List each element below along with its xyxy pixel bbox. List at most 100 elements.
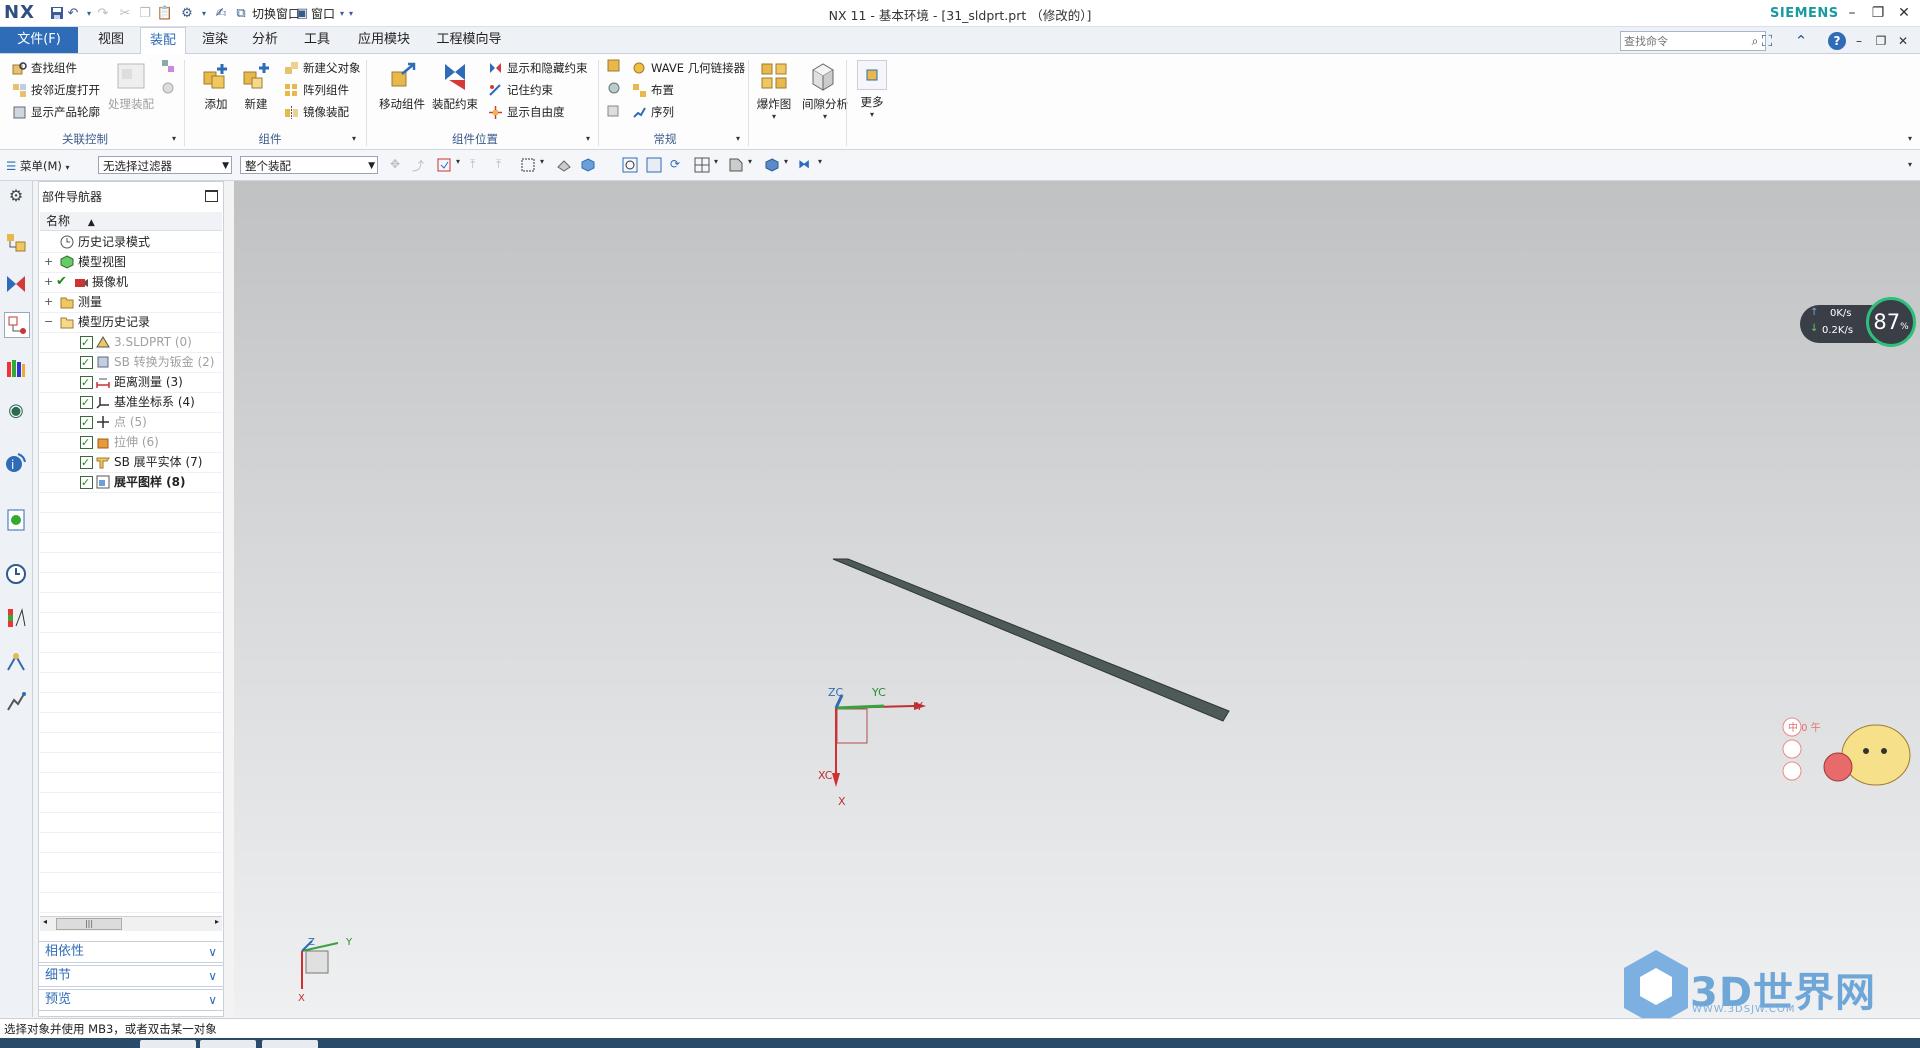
palette-icon[interactable] [4,606,28,630]
tree-item-history-mode[interactable]: 历史记录模式 [40,232,222,253]
close-button[interactable]: ✕ [1892,3,1916,23]
assembly-navigator-icon[interactable] [4,230,28,254]
visibility-checkbox[interactable] [80,373,93,393]
shaded-icon[interactable] [764,157,780,173]
paste-icon[interactable]: 📋 [156,4,174,22]
network-speed-widget[interactable]: ↑ 0K/s ↓ 0.2K/s 87% [1800,297,1920,349]
toolbar-options-dropdown-icon[interactable]: ▾ [1908,160,1912,169]
group-position-dropdown-icon[interactable]: ▾ [586,134,590,143]
visibility-checkbox[interactable] [80,353,93,373]
show-hide-constraint-button[interactable]: 显示和隐藏约束 [488,58,588,78]
tab-view[interactable]: 视图 [92,27,130,53]
array-component-button[interactable]: 阵列组件 [284,80,349,100]
wave-geometry-linker-button[interactable]: WAVE 几何链接器 [632,58,745,78]
touch-mode-icon[interactable]: ✍ [212,4,230,22]
remember-constraint-button[interactable]: 记住约束 [488,80,553,100]
taskbar-app[interactable] [200,1040,256,1048]
layout-button[interactable]: 布置 [632,80,674,100]
copy-icon[interactable]: ❐ [136,4,154,22]
assembly-link-icon[interactable] [160,58,176,74]
more-button[interactable]: 更多 ▾ [852,60,892,119]
web-browser-icon[interactable]: ◉ [4,400,28,424]
rectangle-select-icon[interactable] [520,157,536,173]
collapse-icon[interactable]: − [44,312,54,332]
tree-item-feature[interactable]: SB 展平实体 (7) [40,452,222,473]
selection-scope-select[interactable]: 整个装配 ▼ [240,156,378,174]
mirror-assembly-button[interactable]: 镜像装配 [284,102,349,122]
main-menu-button[interactable]: ☰ 菜单(M) ▾ [6,157,86,175]
tree-item-feature[interactable]: SB 转换为钣金 (2) [40,352,222,373]
show-product-outline-button[interactable]: 显示产品轮廓 [12,102,100,122]
doc-close-button[interactable]: ✕ [1892,30,1914,52]
visibility-checkbox[interactable] [80,333,93,353]
tab-assembly[interactable]: 装配 [140,27,186,55]
scroll-right-icon[interactable]: ▸ [215,917,219,926]
expand-icon[interactable]: + [44,292,54,312]
snap-point-icon[interactable]: ✥ [390,157,406,173]
collapse-ribbon-icon[interactable]: ⌃ [1790,30,1812,52]
wave-manager-icon[interactable] [606,58,622,74]
exploded-view-button[interactable]: 爆炸图 ▾ [752,60,796,121]
restore-button[interactable]: ❐ [1866,3,1890,23]
visibility-checkbox[interactable] [80,453,93,473]
settings-icon[interactable]: ⚙ [4,186,28,210]
maximize-navigator-icon[interactable] [205,190,218,202]
assembly-constraint-button[interactable]: 装配约束 [430,60,480,112]
scrollbar-thumb[interactable]: ||| [56,918,122,930]
help-icon[interactable]: ? [1828,32,1846,50]
tree-item-feature[interactable]: 3.SLDPRT (0) [40,332,222,353]
taskbar-app[interactable] [140,1040,196,1048]
expand-icon[interactable]: + [44,252,54,272]
window-menu-button[interactable]: 窗口 [311,5,335,22]
command-search-box[interactable]: ⌕ [1620,31,1766,51]
selection-filter-select[interactable]: 无选择过滤器 ▼ [98,156,232,174]
group-assoc-dropdown-icon[interactable]: ▾ [172,134,176,143]
switch-window-icon[interactable]: ⧉ [232,4,250,22]
redo-icon[interactable]: ↷ [94,4,112,22]
constraint-navigator-icon[interactable] [4,272,28,296]
customize-qa-icon[interactable]: ▾ [342,4,360,22]
command-dropdown-icon[interactable]: ▾ [195,4,213,22]
open-by-proximity-button[interactable]: 按邻近度打开 [12,80,100,100]
find-component-button[interactable]: 查找组件 [12,58,77,78]
doc-restore-button[interactable]: ❐ [1870,30,1892,52]
minimize-button[interactable]: – [1840,3,1864,23]
command-search-input[interactable] [1621,32,1745,50]
panel-details[interactable]: 细节 ∨ [38,965,224,987]
rect-dropdown-icon[interactable]: ▾ [540,157,556,173]
clearance-dropdown-icon[interactable]: ▾ [800,112,850,121]
system-scene-icon[interactable] [4,690,28,714]
show-hide-icon[interactable] [556,157,572,173]
select-by-name-icon[interactable]: ⤒ [496,157,512,173]
new-parent-button[interactable]: 新建父对象 [284,58,361,78]
file-menu-tab[interactable]: 文件(F) [0,27,78,53]
replace-component-icon[interactable] [606,102,622,118]
group-general-dropdown-icon[interactable]: ▾ [736,134,740,143]
tree-item-measurements[interactable]: + 测量 [40,292,222,313]
panel-dependencies[interactable]: 相依性 ∨ [38,941,224,963]
tab-analysis[interactable]: 分析 [246,27,284,53]
tab-mold-wizard[interactable]: 工程模向导 [430,27,508,53]
sequence-button[interactable]: 序列 [632,102,674,122]
part-navigator-icon[interactable] [4,312,30,338]
pan-icon[interactable] [646,157,662,173]
tab-render[interactable]: 渲染 [196,27,234,53]
column-header-name[interactable]: 名称 ▲ [40,212,222,231]
scroll-left-icon[interactable]: ◂ [43,917,47,926]
visibility-checkbox[interactable] [80,413,93,433]
taskbar-app[interactable] [262,1040,318,1048]
tree-item-cameras[interactable]: + ✔ 摄像机 [40,272,222,293]
cut-icon[interactable]: ✂ [116,4,134,22]
history-icon[interactable] [4,508,28,532]
ribbon-options-dropdown-icon[interactable]: ▾ [1908,134,1912,143]
tab-tools[interactable]: 工具 [298,27,336,53]
exploded-dropdown-icon[interactable]: ▾ [752,112,796,121]
tree-item-feature[interactable]: 基准坐标系 (4) [40,392,222,413]
clock-icon[interactable] [4,562,28,586]
render-dropdown-icon[interactable]: ▾ [748,157,764,173]
visibility-checkbox[interactable] [80,433,93,453]
rotate-icon[interactable]: ⟳ [670,157,686,173]
edit-section-icon[interactable]: ⧓ [798,157,814,173]
process-assembly-button[interactable]: 处理装配 [104,60,158,112]
visibility-checkbox[interactable] [80,393,93,413]
